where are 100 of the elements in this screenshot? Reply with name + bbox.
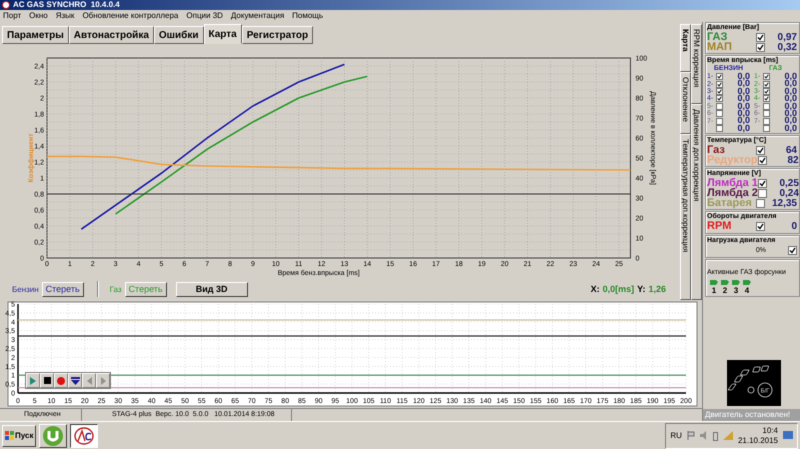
- window-title: AC GAS SYNCHRO 10.4.0.4: [13, 0, 120, 10]
- tab[interactable]: Регистратор: [242, 26, 314, 44]
- side-tab[interactable]: RPM коррекция: [691, 24, 702, 104]
- checkbox[interactable]: [788, 246, 797, 256]
- gauge-value: 0: [790, 222, 797, 232]
- left-arrow-icon: [86, 376, 92, 384]
- gauge-value: 0,32: [776, 42, 797, 52]
- app-icon: [74, 426, 94, 444]
- language-indicator[interactable]: RU: [670, 430, 682, 440]
- gauge-value: 0,25: [778, 178, 799, 189]
- side-tab[interactable]: Отклонение: [680, 72, 691, 134]
- checkbox[interactable]: [758, 179, 767, 188]
- gauge-label: Батарея: [707, 198, 753, 210]
- gauge-value: 82: [786, 156, 799, 166]
- y-label: Y:: [637, 284, 646, 294]
- side-tab[interactable]: Карта: [680, 24, 691, 72]
- injection-time: 0,0: [783, 110, 797, 118]
- gauge-value: 12,35: [770, 198, 797, 209]
- injection-time: 0,0: [783, 73, 797, 80]
- side-tab[interactable]: Давления доп.коррекция: [691, 104, 702, 300]
- gauge-value: 64: [784, 146, 797, 156]
- checkbox[interactable]: [716, 80, 723, 88]
- menu-item[interactable]: Опции 3D: [186, 11, 223, 21]
- windows-logo-icon: [5, 431, 14, 440]
- injection-time: 0,0: [783, 80, 797, 88]
- gauge-label: Редуктор: [707, 155, 758, 166]
- menu-item[interactable]: Документация: [230, 11, 284, 21]
- checkbox[interactable]: [763, 73, 770, 80]
- side-tab[interactable]: Температурная доп.коррекция: [680, 134, 691, 300]
- checkbox[interactable]: [716, 73, 723, 80]
- battery-icon[interactable]: [712, 430, 718, 440]
- clock-date: 21.10.2015: [738, 436, 778, 446]
- record-icon: [57, 376, 65, 384]
- checkbox[interactable]: [756, 222, 765, 232]
- tab[interactable]: Параметры: [2, 26, 69, 44]
- right-arrow-icon: [100, 376, 106, 384]
- menu-item[interactable]: Порт: [3, 11, 22, 21]
- app-icon: [2, 1, 10, 9]
- checkbox[interactable]: [756, 43, 765, 52]
- gauge-label: Лямбда 1: [707, 178, 758, 190]
- checkbox[interactable]: [763, 80, 770, 88]
- injection-time: 0,0: [783, 117, 797, 125]
- play-icon: [30, 376, 36, 384]
- checkbox[interactable]: [756, 146, 765, 156]
- x-value: 0,0[ms]: [602, 284, 634, 294]
- checkbox[interactable]: [758, 189, 767, 198]
- injection-time: 0,0: [736, 88, 750, 96]
- menu-item[interactable]: Окно: [29, 11, 48, 21]
- injection-time: 0,0: [783, 102, 797, 110]
- gauge-label: ГАЗ: [707, 32, 728, 43]
- menu-item[interactable]: Язык: [56, 11, 74, 21]
- petrol-label: Бензин: [12, 284, 39, 294]
- menu-item[interactable]: Обновление контроллера: [82, 11, 178, 21]
- injection-time: 0,0: [736, 80, 750, 88]
- start-button[interactable]: Пуск: [2, 424, 36, 446]
- view-3d-button[interactable]: Вид 3D: [176, 282, 248, 296]
- stop-icon: [44, 377, 50, 384]
- clear-button[interactable]: Стереть: [42, 282, 84, 296]
- app-icon: [43, 426, 64, 446]
- tab[interactable]: Автонастройка: [68, 26, 154, 44]
- injection-time: 0,0: [736, 110, 750, 118]
- gauge-label: Газ: [707, 145, 725, 156]
- engine-status: Двигатель остановлен!: [703, 409, 800, 421]
- fuel-mode-ring: [758, 382, 772, 398]
- engine-drawing: [728, 366, 770, 394]
- injection-time: 0,0: [736, 117, 750, 125]
- injection-time: 0,0: [783, 124, 797, 132]
- checkbox[interactable]: [756, 33, 765, 42]
- playback-button[interactable]: [40, 373, 54, 388]
- injector-number: 2: [722, 286, 728, 296]
- gauge-value: 0,97: [776, 32, 797, 42]
- tab[interactable]: Ошибки: [154, 26, 204, 44]
- injector-number: 1: [712, 286, 716, 296]
- checkbox[interactable]: [756, 199, 765, 208]
- gas-label: Газ: [110, 284, 122, 294]
- gauge-label: Лямбда 2: [707, 188, 758, 200]
- y-value: 1,26: [648, 284, 666, 294]
- tab[interactable]: Карта: [204, 24, 242, 44]
- injection-time: 0,0: [736, 102, 750, 110]
- desktop-icon[interactable]: [783, 431, 793, 440]
- gauge-value: 0,24: [778, 188, 799, 199]
- checkbox[interactable]: [763, 95, 770, 102]
- injector-number: 3: [734, 286, 738, 296]
- injector-number: 4: [744, 286, 750, 296]
- injection-time: 0,0: [736, 73, 750, 80]
- clock-time: 10:4: [762, 426, 778, 436]
- gauge-label: RPM: [707, 221, 732, 232]
- menu-item[interactable]: Помощь: [292, 11, 324, 21]
- gauge-label: МАП: [707, 42, 733, 53]
- flag-icon[interactable]: [686, 431, 695, 440]
- checkbox[interactable]: [716, 95, 723, 102]
- injection-time: 0,0: [783, 95, 797, 103]
- taskbar-app[interactable]: [70, 424, 98, 448]
- injection-time: 0,0: [736, 124, 750, 132]
- x-label: X:: [590, 284, 600, 294]
- injection-time: 0,0: [783, 88, 797, 96]
- dropdown-icon: [70, 376, 80, 384]
- checkbox[interactable]: [758, 156, 767, 166]
- playback-button[interactable]: [68, 373, 82, 388]
- injection-time: 0,0: [736, 95, 750, 103]
